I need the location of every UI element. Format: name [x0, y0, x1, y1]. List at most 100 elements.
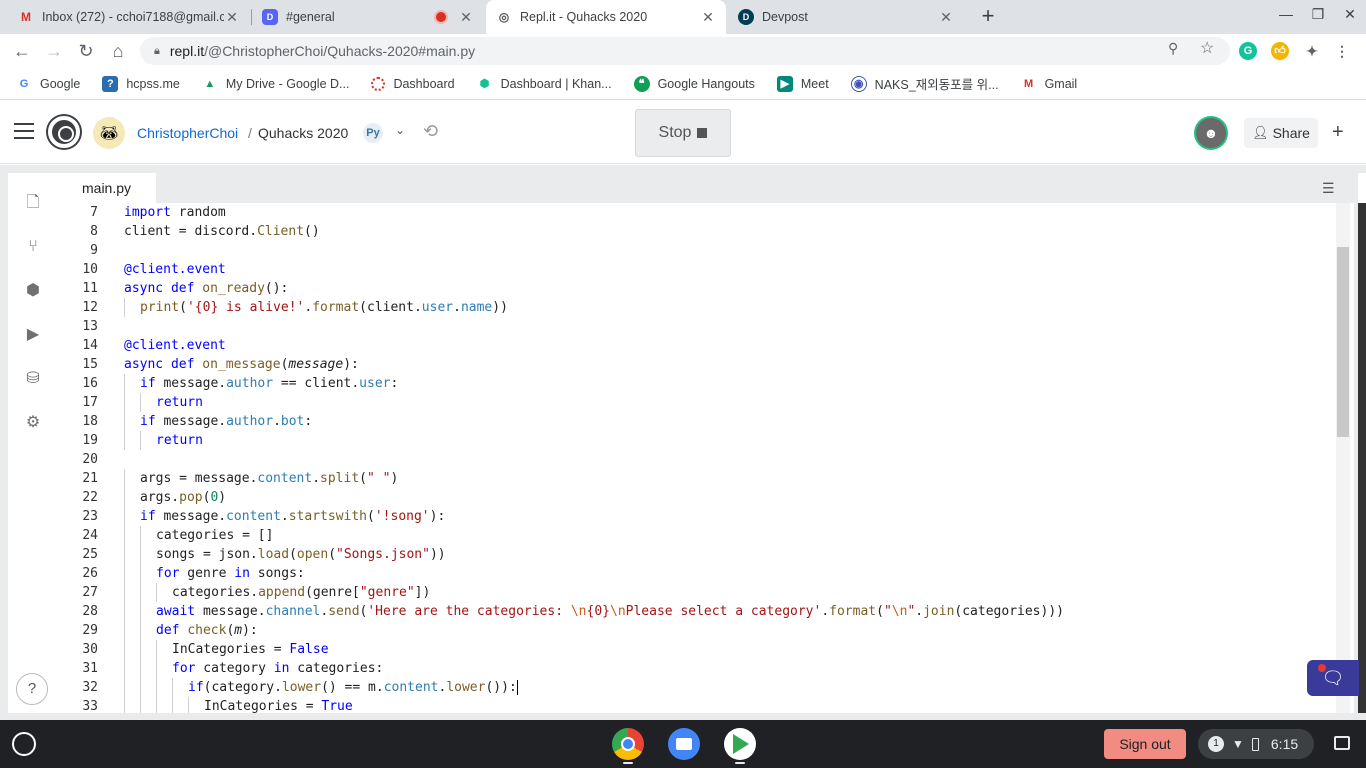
restore-icon[interactable]: ❐	[1306, 6, 1330, 23]
bookmark-star-icon[interactable]: ☆	[1200, 38, 1214, 58]
code-text: async def on_message(message):	[124, 357, 359, 372]
code-line[interactable]: 25 songs = json.load(open("Songs.json"))	[58, 545, 1336, 564]
username-link[interactable]: ChristopherChoi	[137, 125, 238, 141]
help-icon[interactable]: ?	[16, 673, 48, 705]
clock-time: 6:15	[1270, 736, 1299, 752]
thumbs-up-extension-icon[interactable]: 👍︎	[1271, 42, 1289, 60]
address-bar[interactable]: 🔒︎ repl.it/@ChristopherChoi/Quhacks-2020…	[140, 37, 1230, 65]
code-line[interactable]: 30 InCategories = False	[58, 640, 1336, 659]
code-line[interactable]: 9	[58, 241, 1336, 260]
bookmark-hangouts[interactable]: ❝ Google Hangouts	[633, 75, 755, 92]
launcher-icon[interactable]	[12, 732, 36, 756]
code-line[interactable]: 16 if message.author == client.user:	[58, 374, 1336, 393]
code-line[interactable]: 17 return	[58, 393, 1336, 412]
close-icon[interactable]: ✕	[700, 9, 716, 26]
code-line[interactable]: 12 print('{0} is alive!'.format(client.us…	[58, 298, 1336, 317]
scrollbar-thumb[interactable]	[1337, 247, 1349, 437]
code-line[interactable]: 29 def check(m):	[58, 621, 1336, 640]
sign-out-button[interactable]: Sign out	[1104, 729, 1186, 759]
tab-devpost[interactable]: D Devpost ✕	[728, 0, 964, 34]
bookmark-hcpss[interactable]: ? hcpss.me	[102, 75, 180, 92]
bookmark-dashboard[interactable]: Dashboard	[371, 76, 455, 91]
play-store-icon[interactable]	[724, 728, 756, 760]
code-line[interactable]: 8 client = discord.Client()	[58, 222, 1336, 241]
plus-icon[interactable]: +	[1332, 121, 1344, 144]
chat-button[interactable]: 🗨︎	[1307, 660, 1359, 696]
tab-replit[interactable]: ◎ Repl.it - Quhacks 2020 ✕	[486, 0, 726, 34]
code-line[interactable]: 31 for category in categories:	[58, 659, 1336, 678]
new-tab-button[interactable]: +	[976, 4, 1000, 28]
reload-icon[interactable]: ↻	[74, 39, 98, 63]
overview-icon[interactable]	[1334, 736, 1350, 750]
code-line[interactable]: 28 await message.channel.send('Here are t…	[58, 602, 1336, 621]
files-app-icon[interactable]	[668, 728, 700, 760]
extensions-icon[interactable]: ✦	[1303, 42, 1321, 60]
debugger-icon[interactable]: ▶︎	[23, 325, 43, 345]
code-line[interactable]: 13	[58, 317, 1336, 336]
line-number: 9	[90, 243, 98, 258]
system-tray[interactable]: 1 ▼ 6:15	[1198, 729, 1314, 759]
close-icon[interactable]: ✕	[458, 9, 474, 26]
editor-scrollbar[interactable]	[1336, 203, 1350, 713]
code-line[interactable]: 18 if message.author.bot:	[58, 412, 1336, 431]
database-icon[interactable]: ⛁	[23, 369, 43, 389]
tab-discord[interactable]: D #general ✕	[252, 0, 484, 34]
repl-name[interactable]: Quhacks 2020	[258, 125, 348, 141]
code-line[interactable]: 22 args.pop(0)	[58, 488, 1336, 507]
user-avatar[interactable]: 🦝︎	[93, 117, 125, 149]
code-line[interactable]: 23 if message.content.startswith('!song')…	[58, 507, 1336, 526]
version-control-icon[interactable]: ⑂	[23, 237, 43, 257]
line-number: 7	[90, 205, 98, 220]
console-scrollbar[interactable]	[1358, 203, 1366, 713]
code-line[interactable]: 14 @client.event	[58, 336, 1336, 355]
grammarly-icon[interactable]: G	[1239, 42, 1257, 60]
close-icon[interactable]: ✕	[224, 9, 240, 26]
code-line[interactable]: 24 categories = []	[58, 526, 1336, 545]
tab-gmail[interactable]: M Inbox (272) - cchoi7188@gmail.c ✕	[8, 0, 250, 34]
tab-menu-icon[interactable]: ☰	[1322, 180, 1335, 197]
code-line[interactable]: 33 InCategories = True	[58, 697, 1336, 713]
code-line[interactable]: 10 @client.event	[58, 260, 1336, 279]
minimize-icon[interactable]: —	[1274, 6, 1298, 22]
code-line[interactable]: 26 for genre in songs:	[58, 564, 1336, 583]
settings-gear-icon[interactable]: ⚙	[23, 413, 43, 433]
code-editor[interactable]: 7 import random 8 client = discord.Client()…	[58, 203, 1336, 713]
home-icon[interactable]: ⌂	[106, 39, 130, 63]
forward-icon[interactable]: →	[42, 39, 66, 63]
chrome-icon[interactable]	[612, 728, 644, 760]
code-line[interactable]: 20	[58, 450, 1336, 469]
code-line[interactable]: 32 if(category.lower() == m.content.lower…	[58, 678, 1336, 697]
code-line[interactable]: 19 return	[58, 431, 1336, 450]
chat-notification-dot	[1318, 664, 1326, 672]
code-line[interactable]: 7 import random	[58, 203, 1336, 222]
bookmark-khan[interactable]: ⬢ Dashboard | Khan...	[477, 76, 612, 92]
menu-kebab-icon[interactable]: ⋮	[1333, 42, 1351, 60]
bookmark-gmail[interactable]: M Gmail	[1021, 76, 1077, 92]
meet-icon: ▶	[776, 75, 793, 92]
share-button[interactable]: 👤︎ Share	[1244, 118, 1318, 148]
window-close-icon[interactable]: ✕	[1338, 6, 1362, 23]
replit-logo-icon[interactable]	[48, 116, 80, 148]
stop-button[interactable]: Stop	[635, 109, 731, 157]
code-text: songs = json.load(open("Songs.json"))	[156, 547, 446, 562]
bookmark-drive[interactable]: ▲ My Drive - Google D...	[202, 76, 349, 92]
packages-icon[interactable]: ⬢	[23, 281, 43, 301]
back-icon[interactable]: ←	[10, 39, 34, 63]
code-line[interactable]: 15 async def on_message(message):	[58, 355, 1336, 374]
code-line[interactable]: 21 args = message.content.split(" ")	[58, 469, 1336, 488]
code-line[interactable]: 11 async def on_ready():	[58, 279, 1336, 298]
multiplayer-avatar[interactable]: ☻	[1194, 116, 1228, 150]
bookmark-google[interactable]: G Google	[16, 76, 81, 92]
tab-title: Repl.it - Quhacks 2020	[520, 10, 648, 24]
bookmark-naks[interactable]: ◉ NAKS_재외동포를 위...	[850, 74, 999, 93]
bookmark-meet[interactable]: ▶ Meet	[776, 75, 829, 92]
khan-icon: ⬢	[479, 78, 490, 90]
hamburger-menu-icon[interactable]	[14, 123, 34, 139]
history-icon[interactable]: ⟲	[423, 121, 438, 142]
close-icon[interactable]: ✕	[938, 9, 954, 26]
code-line[interactable]: 27 categories.append(genre["genre"])	[58, 583, 1336, 602]
file-tab-main-py[interactable]: main.py	[58, 173, 156, 203]
chevron-down-icon[interactable]: ⌄	[395, 123, 405, 137]
location-icon[interactable]: ⚲	[1168, 40, 1178, 57]
files-icon[interactable]: 🗋	[23, 193, 43, 213]
